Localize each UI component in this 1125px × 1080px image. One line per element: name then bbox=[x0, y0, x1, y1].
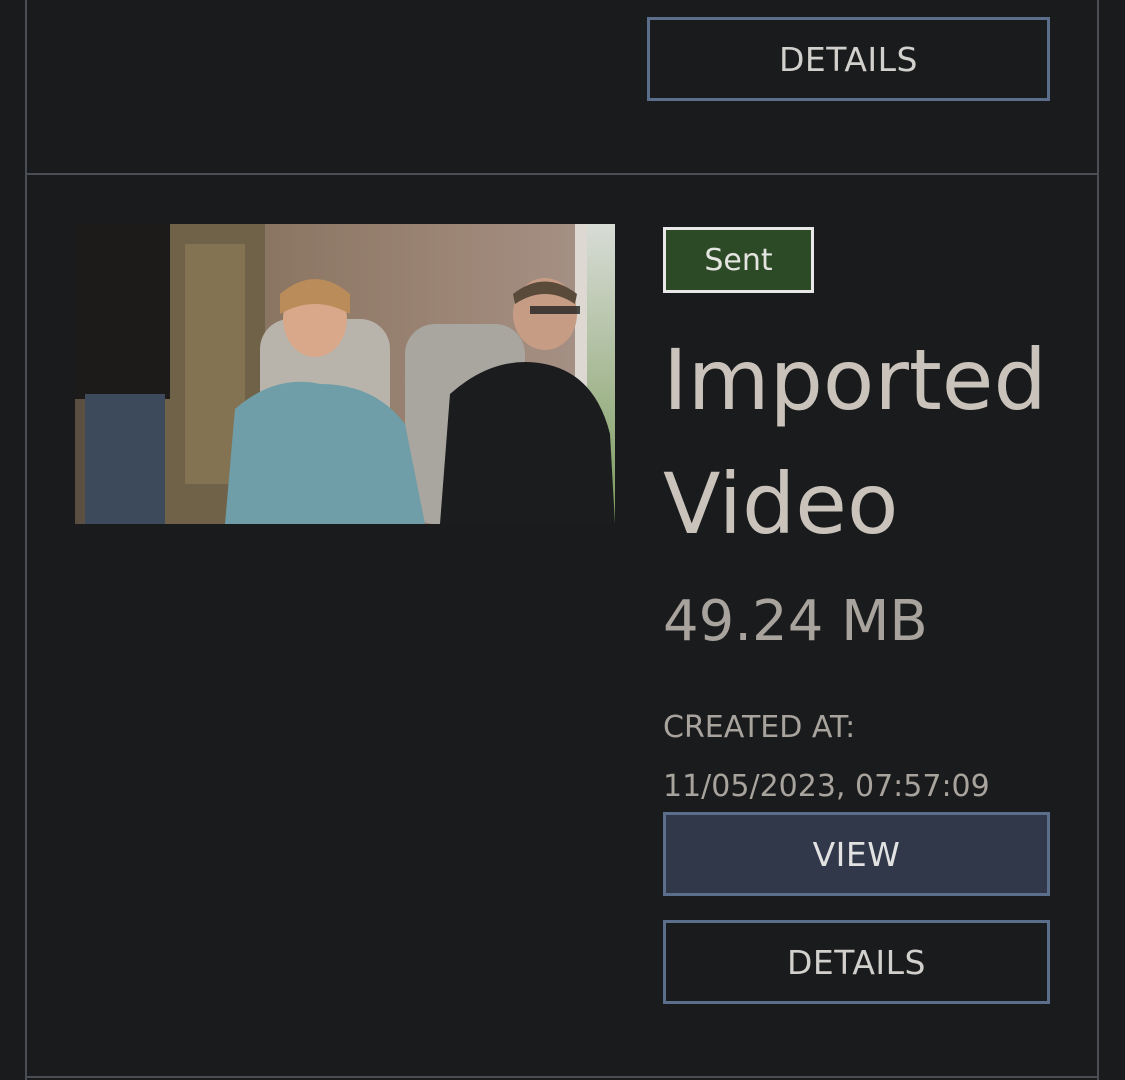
details-button-previous[interactable]: DETAILS bbox=[647, 17, 1050, 101]
details-button[interactable]: DETAILS bbox=[663, 920, 1050, 1004]
view-button[interactable]: VIEW bbox=[663, 812, 1050, 896]
video-thumbnail-image bbox=[75, 224, 615, 524]
video-thumbnail[interactable] bbox=[75, 224, 615, 524]
card-border-right bbox=[1097, 0, 1099, 1080]
card-border-left bbox=[25, 0, 27, 1080]
created-at-label: CREATED AT: bbox=[663, 710, 856, 745]
card-divider bbox=[25, 173, 1099, 175]
file-size: 49.24 MB bbox=[663, 589, 928, 654]
status-badge: Sent bbox=[663, 227, 814, 293]
media-list: DETAILS Sent Imported Video 49.24 MB CRE… bbox=[0, 0, 1125, 1080]
created-at-value: 11/05/2023, 07:57:09 bbox=[663, 769, 990, 804]
card-divider-bottom bbox=[25, 1076, 1099, 1078]
media-title: Imported Video bbox=[663, 331, 1047, 553]
